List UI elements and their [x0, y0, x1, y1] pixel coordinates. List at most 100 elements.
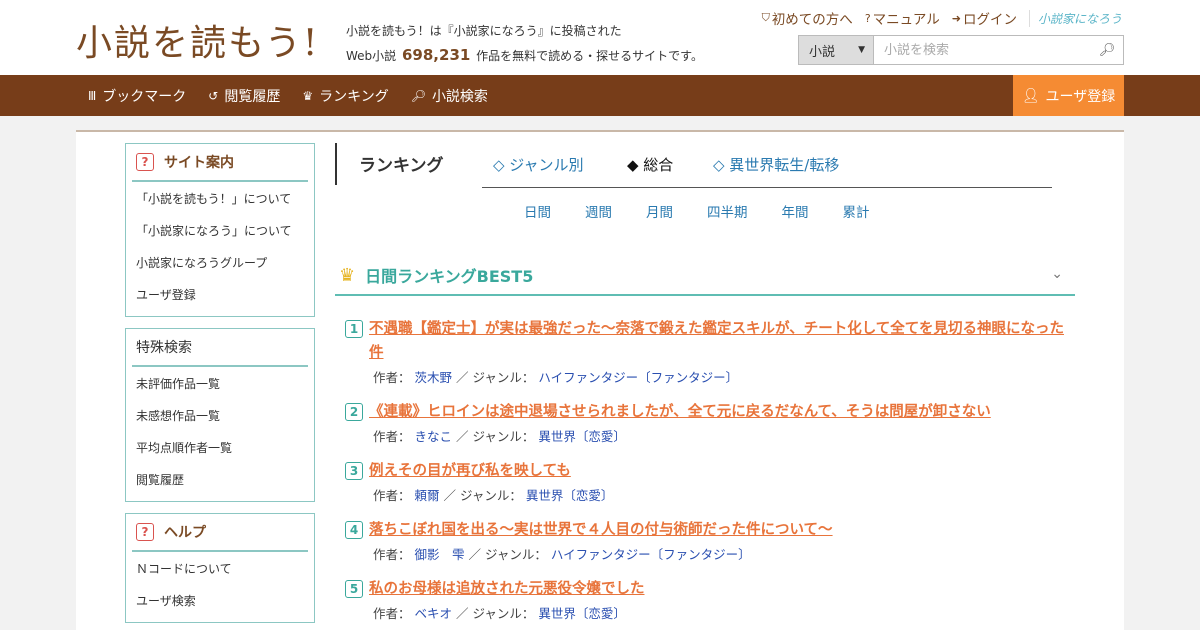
- manual-link[interactable]: ? マニュアル: [865, 8, 940, 29]
- rank-badge: 3: [345, 462, 363, 480]
- rank-badge: 4: [345, 521, 363, 539]
- novel-meta: 作者： きなこ ／ ジャンル： 異世界〔恋愛〕: [345, 426, 1065, 445]
- nav-bookmark[interactable]: Ⅲ ブックマーク: [88, 86, 186, 106]
- genre-link[interactable]: ハイファンタジー〔ファンタジー〕: [551, 547, 751, 562]
- sidebar-item-user-search[interactable]: ユーザ検索: [132, 584, 308, 616]
- ranking-list: 1 不遇職【鑑定士】が実は最強だった〜奈落で鍛えた鑑定スキルが、チート化して全て…: [345, 317, 1065, 630]
- rank-badge: 5: [345, 580, 363, 598]
- help-box: ? ヘルプ Ｎコードについて ユーザ検索: [125, 513, 315, 623]
- tab-genre[interactable]: ◇ ジャンル別: [493, 154, 584, 175]
- work-count: 698,231: [402, 46, 471, 64]
- sidebar-item-about-yomou[interactable]: 「小説を読もう！」について: [132, 182, 308, 214]
- novel-title-link[interactable]: 不遇職【鑑定士】が実は最強だった〜奈落で鍛えた鑑定スキルが、チート化して全てを見…: [369, 317, 1065, 365]
- sidebar-item-group[interactable]: 小説家になろうグループ: [132, 246, 308, 278]
- novel-meta: 作者： 御影 雫 ／ ジャンル： ハイファンタジー〔ファンタジー〕: [345, 544, 1065, 563]
- ranking-item: 2 《連載》ヒロインは途中退場させられましたが、全て元に戻るだなんて、そうは問屋…: [345, 400, 1065, 445]
- manual-label: マニュアル: [872, 12, 940, 28]
- nav-history[interactable]: ↺ 閲覧履歴: [208, 86, 280, 106]
- genre-link[interactable]: 異世界〔恋愛〕: [526, 488, 614, 503]
- novel-title-link[interactable]: 落ちこぼれ国を出る〜実は世界で４人目の付与術師だった件について〜: [369, 518, 833, 542]
- period-quarterly[interactable]: 四半期: [707, 201, 748, 221]
- login-link[interactable]: ➜ ログイン: [951, 8, 1017, 29]
- ranking-item: 5 私のお母様は追放された元悪役令嬢でした 作者： ベキオ ／ ジャンル： 異世…: [345, 577, 1065, 622]
- genre-link[interactable]: 異世界〔恋愛〕: [538, 429, 626, 444]
- search-type-select[interactable]: 小説 ▼: [799, 36, 874, 64]
- genre-link[interactable]: 異世界〔恋愛〕: [538, 606, 626, 621]
- novel-meta: 作者： 茨木野 ／ ジャンル： ハイファンタジー〔ファンタジー〕: [345, 367, 1065, 386]
- main-nav: Ⅲ ブックマーク ↺ 閲覧履歴 ♛ ランキング 🔎︎ 小説検索 👤︎ ユーザ登録: [0, 75, 1200, 116]
- ranking-content: ランキング ◇ ジャンル別 ◆ 総合 ◇ 異世界転生/転移 日間 週間 月間 四…: [335, 143, 1075, 621]
- dropdown-arrow-icon: ▼: [858, 45, 865, 55]
- author-label: 作者：: [373, 429, 411, 444]
- novel-title-link[interactable]: 私のお母様は追放された元悪役令嬢でした: [369, 577, 645, 601]
- login-label: ログイン: [962, 12, 1017, 28]
- ranking-item: 3 例えその目が再び私を映しても 作者： 頼爾 ／ ジャンル： 異世界〔恋愛〕: [345, 459, 1065, 504]
- author-link[interactable]: 頼爾: [415, 488, 440, 503]
- nav-ranking[interactable]: ♛ ランキング: [302, 86, 388, 106]
- genre-link[interactable]: ハイファンタジー〔ファンタジー〕: [538, 370, 738, 385]
- narou-brand-link[interactable]: 小説家になろう: [1028, 9, 1122, 27]
- nav-search-label: 小説検索: [431, 88, 488, 105]
- site-tagline: 小説を読もう！は『小説家になろう』に投稿された Web小説 698,231 作品…: [346, 19, 703, 68]
- site-logo[interactable]: 小説を読もう!: [76, 14, 319, 66]
- sidebar-item-no-review[interactable]: 未感想作品一覧: [132, 399, 308, 431]
- period-weekly[interactable]: 週間: [585, 201, 612, 221]
- chevron-down-icon[interactable]: ⌄: [1051, 266, 1063, 282]
- rank-badge: 2: [345, 403, 363, 421]
- tab-isekai[interactable]: ◇ 異世界転生/転移: [713, 154, 839, 175]
- ranking-tabs: ランキング ◇ ジャンル別 ◆ 総合 ◇ 異世界転生/転移: [335, 143, 1075, 185]
- bookmark-icon: Ⅲ: [88, 88, 97, 103]
- nav-search[interactable]: 🔎︎ 小説検索: [411, 86, 488, 106]
- tagline-suffix: 作品を無料で読める・探せるサイトです。: [476, 49, 703, 63]
- author-label: 作者：: [373, 488, 411, 503]
- sidebar-item-ncode[interactable]: Ｎコードについて: [132, 552, 308, 584]
- search-icon: 🔎︎: [410, 88, 426, 103]
- nav-bookmark-label: ブックマーク: [102, 88, 187, 105]
- beginners-label: 初めての方へ: [771, 12, 853, 28]
- help-title-text: ヘルプ: [164, 525, 206, 541]
- ranking-item: 4 落ちこぼれ国を出る〜実は世界で４人目の付与術師だった件について〜 作者： 御…: [345, 518, 1065, 563]
- register-button[interactable]: 👤︎ ユーザ登録: [1013, 75, 1124, 116]
- tab-overall[interactable]: ◆ 総合: [627, 154, 673, 175]
- ranking-item: 1 不遇職【鑑定士】が実は最強だった〜奈落で鍛えた鑑定スキルが、チート化して全て…: [345, 317, 1065, 386]
- author-link[interactable]: 茨木野: [415, 370, 453, 385]
- author-label: 作者：: [373, 606, 411, 621]
- daily-best-header[interactable]: ♛ 日間ランキングBEST5 ⌄: [335, 256, 1075, 296]
- novel-title-link[interactable]: 《連載》ヒロインは途中退場させられましたが、全て元に戻るだなんて、そうは問屋が卸…: [369, 400, 991, 424]
- sidebar-item-register[interactable]: ユーザ登録: [132, 278, 308, 310]
- history-icon: ↺: [208, 88, 219, 103]
- author-label: 作者：: [373, 370, 411, 385]
- search-button[interactable]: 🔎︎: [1091, 36, 1123, 64]
- search-type-value: 小説: [809, 44, 836, 60]
- help-title: ? ヘルプ: [132, 514, 308, 552]
- beginners-link[interactable]: ⛉ 初めての方へ: [762, 8, 853, 28]
- sidebar-item-unrated[interactable]: 未評価作品一覧: [132, 367, 308, 399]
- period-monthly[interactable]: 月間: [646, 201, 673, 221]
- sidebar-item-history[interactable]: 閲覧履歴: [132, 463, 308, 495]
- author-link[interactable]: ベキオ: [415, 606, 453, 621]
- question-icon: ?: [136, 153, 154, 171]
- special-search-title: 特殊検索: [132, 329, 308, 367]
- novel-meta: 作者： ベキオ ／ ジャンル： 異世界〔恋愛〕: [345, 603, 1065, 622]
- tagline-line2: Web小説 698,231 作品を無料で読める・探せるサイトです。: [346, 43, 703, 68]
- genre-label: ／ ジャンル：: [456, 606, 535, 621]
- crown-icon: ♛: [339, 264, 356, 286]
- author-link[interactable]: 御影 雫: [415, 547, 465, 562]
- login-icon: ➜: [951, 11, 961, 25]
- novel-title-link[interactable]: 例えその目が再び私を映しても: [369, 459, 571, 483]
- nav-history-label: 閲覧履歴: [224, 88, 281, 105]
- search-input[interactable]: [874, 36, 1091, 64]
- period-cumulative[interactable]: 累計: [843, 201, 870, 221]
- register-label: ユーザ登録: [1045, 88, 1116, 105]
- daily-best-title: 日間ランキングBEST5: [365, 267, 534, 286]
- sidebar-item-about-narou[interactable]: 「小説家になろう」について: [132, 214, 308, 246]
- genre-label: ／ ジャンル：: [456, 429, 535, 444]
- sidebar-item-avg-authors[interactable]: 平均点順作者一覧: [132, 431, 308, 463]
- search-icon: 🔎︎: [1098, 42, 1116, 58]
- site-info-title-text: サイト案内: [164, 155, 234, 171]
- period-daily[interactable]: 日間: [524, 201, 551, 221]
- period-yearly[interactable]: 年間: [782, 201, 809, 221]
- author-link[interactable]: きなこ: [415, 429, 453, 444]
- tagline-line1: 小説を読もう！は『小説家になろう』に投稿された: [346, 24, 622, 38]
- site-header: 小説を読もう! 小説を読もう！は『小説家になろう』に投稿された Web小説 69…: [0, 0, 1200, 75]
